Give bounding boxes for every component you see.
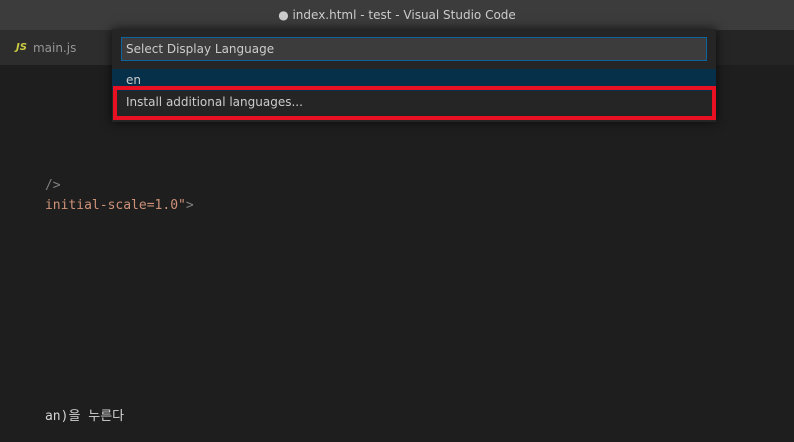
javascript-file-icon: JS [16,42,27,53]
window-title: ● index.html - test - Visual Studio Code [278,8,516,22]
code-line: initial-scale=1.0"> [0,183,194,228]
tab-main-js[interactable]: JS main.js [0,30,112,65]
quick-pick-input[interactable] [121,37,707,61]
tab-label: main.js [32,40,77,55]
code-line: an)을 누른다 [0,390,124,439]
annotation-highlight-box [113,86,716,120]
code-token: > [185,198,194,213]
title-bar: ● index.html - test - Visual Studio Code [0,0,794,30]
code-token: initial-scale=1.0" [44,198,186,213]
code-token: an)을 누른다 [44,409,125,424]
vscode-window: ● index.html - test - Visual Studio Code… [0,0,794,442]
quick-pick-item-label: en [126,73,141,87]
